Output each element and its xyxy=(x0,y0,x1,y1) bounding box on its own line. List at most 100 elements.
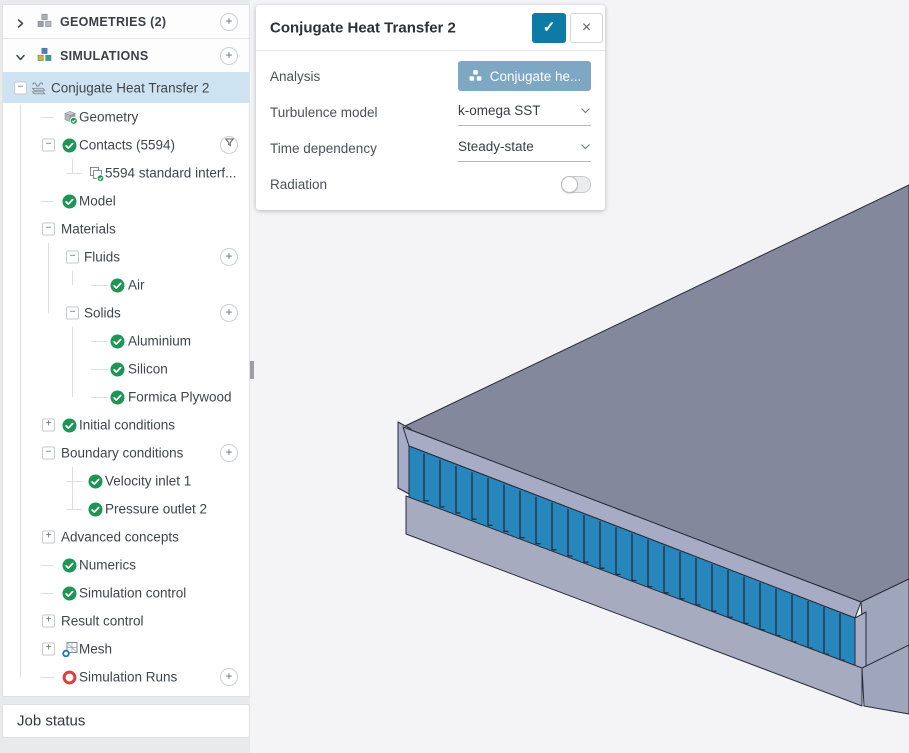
tree-item-conjugate-heat-transfer-2[interactable]: − Conjugate Heat Transfer 2 xyxy=(3,72,249,103)
check-icon: ✓ xyxy=(542,19,556,36)
tree-item-label: Simulation control xyxy=(79,585,187,601)
tree-item-simulation-control[interactable]: Simulation control xyxy=(3,579,249,607)
tree-branch-line xyxy=(91,369,108,370)
tree-item-label: Aluminium xyxy=(128,333,192,349)
tree-item-result-control[interactable]: + Result control xyxy=(3,607,249,635)
tree-branch-line xyxy=(91,341,108,342)
tree-item-model[interactable]: Model xyxy=(3,187,249,215)
tree-item-mesh[interactable]: + Mesh xyxy=(3,635,249,663)
expand-toggle[interactable]: + xyxy=(42,642,55,656)
collapse-toggle[interactable]: − xyxy=(42,222,55,236)
tree-item-simulation-runs[interactable]: Simulation Runs + xyxy=(3,663,249,691)
tree-item-numerics[interactable]: Numerics xyxy=(3,551,249,579)
tree-item-label: Geometry xyxy=(79,109,139,125)
field-label: Radiation xyxy=(270,176,328,192)
tree-item-formica-plywood[interactable]: Formica Plywood xyxy=(3,383,249,411)
geometry-cube-check-icon xyxy=(62,109,78,125)
tree-item-pressure-outlet-2[interactable]: Pressure outlet 2 xyxy=(3,495,249,523)
chevron-down-icon xyxy=(580,107,591,115)
tree-item-label: Advanced concepts xyxy=(61,529,179,545)
turbulence-model-select[interactable]: k-omega SST xyxy=(458,98,591,126)
check-icon xyxy=(62,557,77,573)
simulation-setup-icon xyxy=(30,80,47,96)
tree-branch-line xyxy=(66,173,82,174)
collapse-toggle[interactable]: − xyxy=(14,81,27,94)
tree-item-label: 5594 standard interf... xyxy=(105,165,237,181)
tree-branch-line xyxy=(91,285,108,286)
copy-check-icon xyxy=(88,165,105,182)
add-item-button[interactable]: + xyxy=(220,444,238,462)
field-label: Analysis xyxy=(270,68,321,84)
add-item-button[interactable]: + xyxy=(220,248,238,266)
toggle-knob xyxy=(561,175,578,193)
field-label: Time dependency xyxy=(270,140,377,156)
collapse-toggle[interactable]: − xyxy=(42,138,55,152)
tree-branch-line xyxy=(41,117,54,118)
tree-item-label: Solids xyxy=(84,305,121,321)
add-item-button[interactable]: + xyxy=(220,304,238,322)
field-row-analysis: Analysis Conjugate he... xyxy=(256,58,605,94)
tree-item-label: Silicon xyxy=(128,361,168,377)
collapse-toggle[interactable]: − xyxy=(42,446,55,460)
field-row-radiation: Radiation xyxy=(256,166,605,202)
close-icon: × xyxy=(581,19,592,36)
close-button[interactable]: × xyxy=(570,13,603,43)
tree-item-advanced-concepts[interactable]: + Advanced concepts xyxy=(3,523,249,551)
tree-branch-line xyxy=(41,677,54,678)
check-icon xyxy=(62,193,77,209)
tree-item-fluids[interactable]: − Fluids + xyxy=(3,243,249,271)
check-icon xyxy=(62,417,77,433)
tree-branch-line xyxy=(66,509,82,510)
tree-item-silicon[interactable]: Silicon xyxy=(3,355,249,383)
tree-item-label: Air xyxy=(128,277,145,293)
filter-icon[interactable] xyxy=(220,136,238,154)
time-dependency-select[interactable]: Steady-state xyxy=(458,134,591,162)
add-item-button[interactable]: + xyxy=(220,668,238,686)
tree-item-boundary-conditions[interactable]: − Boundary conditions + xyxy=(3,439,249,467)
collapse-toggle[interactable]: − xyxy=(66,250,79,264)
chevron-down-icon xyxy=(580,143,591,151)
check-icon xyxy=(110,333,125,349)
add-simulation-button[interactable]: + xyxy=(220,46,238,65)
check-icon xyxy=(62,585,77,601)
tree-item-initial-conditions[interactable]: + Initial conditions xyxy=(3,411,249,439)
check-icon xyxy=(110,389,125,405)
tree-item-label: Simulation Runs xyxy=(79,669,178,685)
tree-item-geometry[interactable]: Geometry xyxy=(3,103,249,131)
chevron-down-icon[interactable] xyxy=(15,50,26,61)
radiation-toggle[interactable] xyxy=(561,175,591,193)
tree-item-label: Velocity inlet 1 xyxy=(105,473,192,489)
tree-item-aluminium[interactable]: Aluminium xyxy=(3,327,249,355)
simulation-tree-panel: GEOMETRIES (2) + SIMULATIONS + − Conjugat… xyxy=(2,4,250,697)
check-icon xyxy=(62,137,77,153)
tree-item-label: Formica Plywood xyxy=(128,389,232,405)
tree-item-5594-standard-interf[interactable]: 5594 standard interf... xyxy=(3,159,249,187)
tree-item-label: Result control xyxy=(61,613,144,629)
tree-branch-line xyxy=(66,481,82,482)
run-failed-icon xyxy=(62,669,77,685)
tree-branch-line xyxy=(91,397,108,398)
field-row-turbulence-model: Turbulence model k-omega SST xyxy=(256,94,605,130)
section-geometries[interactable]: GEOMETRIES (2) + xyxy=(3,5,249,39)
panel-resize-handle[interactable] xyxy=(250,361,254,379)
analysis-type-button[interactable]: Conjugate he... xyxy=(458,61,591,91)
check-icon xyxy=(110,277,125,293)
expand-toggle[interactable]: + xyxy=(42,418,55,432)
tree-item-solids[interactable]: − Solids + xyxy=(3,299,249,327)
section-simulations[interactable]: SIMULATIONS + xyxy=(3,39,249,73)
expand-toggle[interactable]: + xyxy=(42,530,55,544)
tree-item-velocity-inlet-1[interactable]: Velocity inlet 1 xyxy=(3,467,249,495)
tree-item-materials[interactable]: − Materials xyxy=(3,215,249,243)
collapse-toggle[interactable]: − xyxy=(66,306,79,320)
tree-branch-line xyxy=(41,593,54,594)
job-status-bar[interactable]: Job status xyxy=(2,704,250,738)
add-geometry-button[interactable]: + xyxy=(220,12,238,31)
confirm-button[interactable]: ✓ xyxy=(532,13,566,43)
field-row-time-dependency: Time dependency Steady-state xyxy=(256,130,605,166)
geometries-icon xyxy=(36,13,53,34)
tree-item-label: Contacts (5594) xyxy=(79,137,176,153)
chevron-right-icon[interactable] xyxy=(15,16,26,28)
tree-item-air[interactable]: Air xyxy=(3,271,249,299)
expand-toggle[interactable]: + xyxy=(42,614,55,628)
tree-item-contacts-5594[interactable]: − Contacts (5594) xyxy=(3,131,249,159)
